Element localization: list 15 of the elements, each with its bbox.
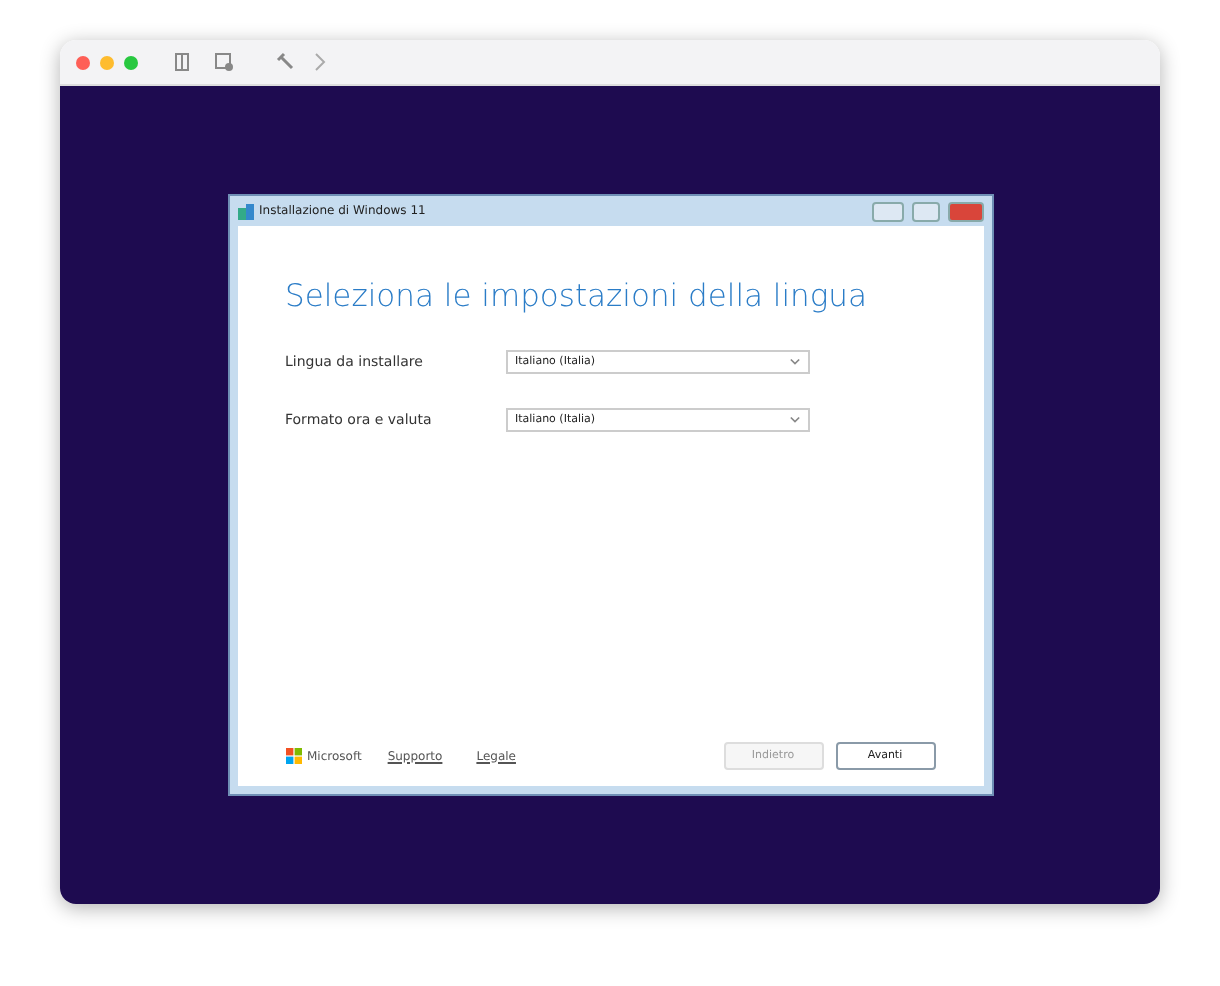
zoom-button[interactable] (124, 55, 138, 69)
minimize-button[interactable] (871, 201, 903, 221)
chevron-down-icon (789, 358, 799, 366)
close-button[interactable] (947, 201, 983, 221)
chevron-down-icon (789, 416, 799, 424)
minimize-button[interactable] (100, 55, 114, 69)
maximize-button[interactable] (911, 201, 939, 221)
microsoft-logo-icon (285, 748, 301, 764)
close-button[interactable] (76, 55, 90, 69)
dialog-heading: Seleziona le impostazioni della lingua (285, 278, 869, 314)
wrench-icon[interactable] (276, 52, 296, 72)
setup-icon (237, 203, 253, 219)
window-icon[interactable] (214, 52, 234, 72)
chevron-right-icon[interactable] (310, 52, 330, 72)
sidebar-icon[interactable] (172, 52, 192, 72)
